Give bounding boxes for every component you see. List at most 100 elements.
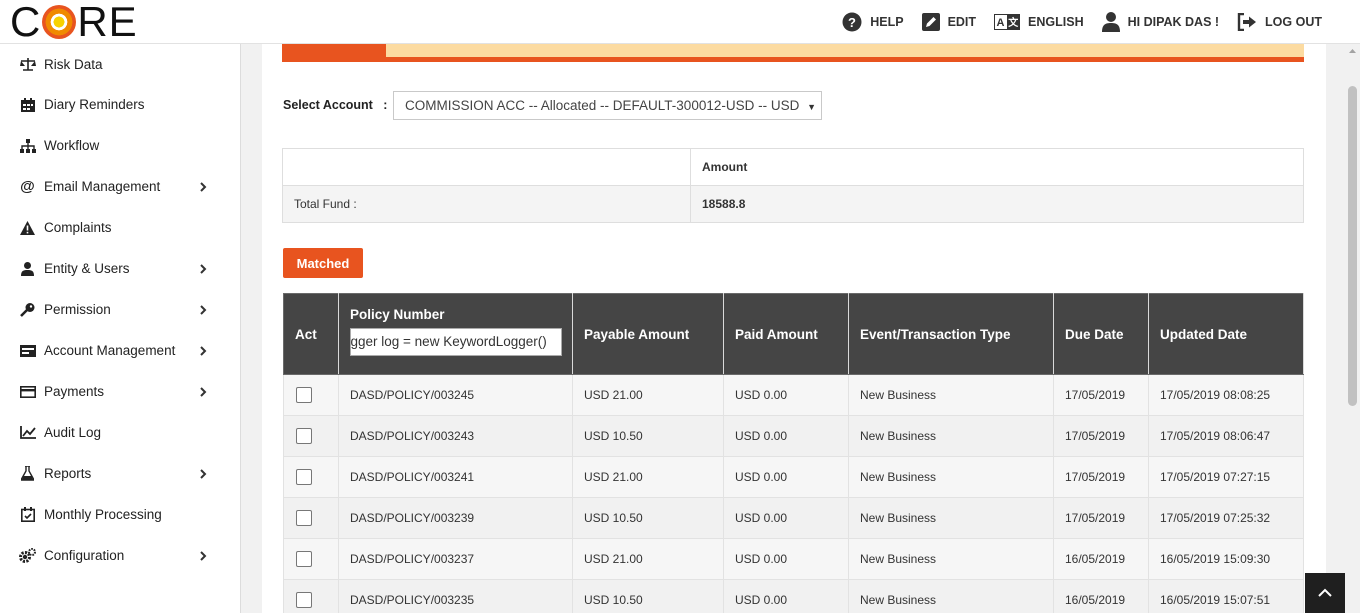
cogs-icon bbox=[19, 547, 36, 564]
due-date-cell: 17/05/2019 bbox=[1053, 415, 1149, 457]
sidebar-item-permission[interactable]: Permission bbox=[0, 289, 240, 330]
policy-header-label: Policy Number bbox=[350, 306, 445, 322]
account-icon bbox=[19, 342, 36, 359]
event-cell: New Business bbox=[848, 374, 1054, 416]
sidebar-item-account-management[interactable]: Account Management bbox=[0, 330, 240, 371]
payable-cell: USD 21.00 bbox=[572, 538, 724, 580]
sidebar-item-reports[interactable]: Reports bbox=[0, 453, 240, 494]
sidebar: Risk Data Diary Reminders Workflow @ Ema… bbox=[0, 44, 241, 613]
edit-icon bbox=[921, 13, 940, 31]
column-header-due: Due Date bbox=[1053, 293, 1149, 375]
updated-date-cell: 17/05/2019 07:25:32 bbox=[1148, 497, 1304, 539]
sidebar-item-payments[interactable]: Payments bbox=[0, 371, 240, 412]
sidebar-item-label: Risk Data bbox=[44, 56, 103, 72]
help-circle-icon: ? bbox=[842, 12, 862, 32]
top-bar: C RE ? HELP EDIT A文 ENGLISH HI DIPAK DAS … bbox=[0, 0, 1360, 44]
fund-amount-header: Amount bbox=[690, 148, 1304, 186]
chevron-right-icon bbox=[200, 181, 207, 192]
edit-label: EDIT bbox=[947, 15, 977, 29]
payable-cell: USD 10.50 bbox=[572, 415, 724, 457]
due-date-cell: 16/05/2019 bbox=[1053, 579, 1149, 613]
top-nav: ? HELP EDIT A文 ENGLISH HI DIPAK DAS ! LO… bbox=[842, 0, 1322, 44]
sidebar-item-label: Diary Reminders bbox=[44, 97, 145, 112]
account-select-value: COMMISSION ACC -- Allocated -- DEFAULT-3… bbox=[405, 98, 800, 113]
policy-number-cell: DASD/POLICY/003237 bbox=[338, 538, 573, 580]
row-checkbox[interactable] bbox=[296, 510, 312, 526]
credit-card-icon bbox=[19, 383, 36, 400]
sidebar-item-diary-reminders[interactable]: Diary Reminders bbox=[0, 84, 240, 125]
event-cell: New Business bbox=[848, 415, 1054, 457]
row-checkbox-cell bbox=[283, 579, 339, 613]
calendar-icon bbox=[19, 96, 36, 113]
scrollbar-thumb[interactable] bbox=[1348, 86, 1357, 406]
updated-date-cell: 17/05/2019 08:08:25 bbox=[1148, 374, 1304, 416]
table-row: DASD/POLICY/003235 USD 10.50 USD 0.00 Ne… bbox=[283, 579, 1304, 613]
sidebar-item-email-management[interactable]: @ Email Management bbox=[0, 166, 240, 207]
column-header-act: Act bbox=[283, 293, 339, 375]
chevron-up-icon bbox=[1318, 588, 1332, 597]
user-menu[interactable]: HI DIPAK DAS ! bbox=[1101, 12, 1219, 32]
paid-cell: USD 0.00 bbox=[723, 374, 849, 416]
calendar-check-icon bbox=[19, 506, 36, 523]
event-cell: New Business bbox=[848, 538, 1054, 580]
sidebar-item-workflow[interactable]: Workflow bbox=[0, 125, 240, 166]
row-checkbox[interactable] bbox=[296, 469, 312, 485]
paid-cell: USD 0.00 bbox=[723, 415, 849, 457]
language-link[interactable]: A文 ENGLISH bbox=[994, 14, 1084, 30]
key-icon bbox=[19, 301, 36, 318]
table-row: DASD/POLICY/003241 USD 21.00 USD 0.00 Ne… bbox=[283, 456, 1304, 498]
logout-link[interactable]: LOG OUT bbox=[1237, 13, 1322, 31]
event-cell: New Business bbox=[848, 497, 1054, 539]
sidebar-item-label: Email Management bbox=[44, 179, 161, 194]
account-select[interactable]: COMMISSION ACC -- Allocated -- DEFAULT-3… bbox=[393, 91, 822, 120]
sidebar-item-label: Entity & Users bbox=[44, 261, 130, 276]
paid-cell: USD 0.00 bbox=[723, 456, 849, 498]
logout-label: LOG OUT bbox=[1265, 15, 1322, 29]
payable-cell: USD 10.50 bbox=[572, 579, 724, 613]
sidebar-item-label: Account Management bbox=[44, 343, 176, 358]
fund-row-value: 18588.8 bbox=[690, 185, 1304, 223]
sidebar-item-audit-log[interactable]: Audit Log bbox=[0, 412, 240, 453]
due-date-cell: 16/05/2019 bbox=[1053, 538, 1149, 580]
policy-number-cell: DASD/POLICY/003243 bbox=[338, 415, 573, 457]
row-checkbox[interactable] bbox=[296, 592, 312, 608]
sidebar-item-configuration[interactable]: Configuration bbox=[0, 535, 240, 576]
chevron-right-icon bbox=[200, 550, 207, 561]
back-to-top-button[interactable] bbox=[1305, 573, 1345, 613]
chevron-right-icon bbox=[200, 263, 207, 274]
paid-cell: USD 0.00 bbox=[723, 497, 849, 539]
column-header-policy: Policy Number bbox=[338, 293, 573, 375]
core-logo[interactable]: C RE bbox=[10, 1, 138, 43]
scroll-up-arrow-icon[interactable] bbox=[1348, 44, 1357, 58]
payable-cell: USD 21.00 bbox=[572, 456, 724, 498]
fund-row-label: Total Fund : bbox=[282, 185, 691, 223]
logo-ring-icon bbox=[42, 5, 77, 39]
due-date-cell: 17/05/2019 bbox=[1053, 497, 1149, 539]
payable-cell: USD 21.00 bbox=[572, 374, 724, 416]
policy-filter-input[interactable] bbox=[350, 327, 562, 356]
logout-icon bbox=[1237, 13, 1257, 31]
row-checkbox[interactable] bbox=[296, 428, 312, 444]
chevron-right-icon bbox=[200, 468, 207, 479]
row-checkbox[interactable] bbox=[296, 551, 312, 567]
line-chart-icon bbox=[19, 424, 36, 441]
payable-cell: USD 10.50 bbox=[572, 497, 724, 539]
sidebar-item-monthly-processing[interactable]: Monthly Processing bbox=[0, 494, 240, 535]
sidebar-item-complaints[interactable]: Complaints bbox=[0, 207, 240, 248]
column-header-updated: Updated Date bbox=[1148, 293, 1304, 375]
user-icon bbox=[1101, 12, 1120, 32]
edit-link[interactable]: EDIT bbox=[921, 13, 977, 31]
sidebar-item-label: Complaints bbox=[44, 220, 112, 235]
row-checkbox[interactable] bbox=[296, 387, 312, 403]
sidebar-item-label: Payments bbox=[44, 384, 105, 399]
matched-button[interactable]: Matched bbox=[283, 248, 363, 278]
row-checkbox-cell bbox=[283, 538, 339, 580]
help-link[interactable]: ? HELP bbox=[842, 12, 904, 32]
main-panel: Select Account : COMMISSION ACC -- Alloc… bbox=[262, 44, 1326, 613]
page-scrollbar[interactable] bbox=[1345, 44, 1360, 613]
sidebar-item-risk-data[interactable]: Risk Data bbox=[0, 44, 240, 84]
paid-cell: USD 0.00 bbox=[723, 579, 849, 613]
sidebar-item-entity-users[interactable]: Entity & Users bbox=[0, 248, 240, 289]
updated-date-cell: 17/05/2019 08:06:47 bbox=[1148, 415, 1304, 457]
event-cell: New Business bbox=[848, 456, 1054, 498]
